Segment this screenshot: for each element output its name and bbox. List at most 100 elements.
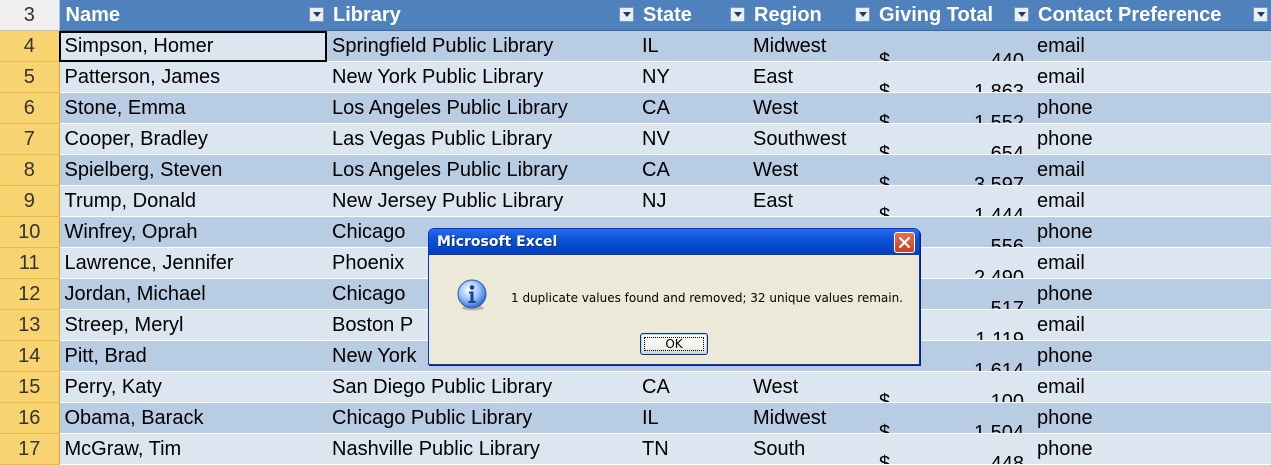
row-number[interactable]: 14 bbox=[0, 340, 60, 372]
cell-library[interactable]: Las Vegas Public Library bbox=[327, 123, 637, 155]
cell-name[interactable]: Perry, Katy bbox=[59, 371, 327, 403]
filter-dropdown-icon[interactable] bbox=[309, 7, 324, 22]
cell-state[interactable]: CA bbox=[637, 92, 748, 124]
cell-contact-preference[interactable]: phone bbox=[1032, 402, 1271, 434]
cell-library[interactable]: Springfield Public Library bbox=[327, 30, 637, 62]
cell-name[interactable]: Lawrence, Jennifer bbox=[59, 247, 327, 279]
cell-region[interactable]: West bbox=[748, 92, 873, 124]
ok-button[interactable]: OK bbox=[640, 333, 708, 355]
row-number[interactable]: 15 bbox=[0, 371, 60, 403]
column-header-name[interactable]: Name bbox=[59, 0, 327, 31]
cell-state[interactable]: CA bbox=[637, 154, 748, 186]
cell-region[interactable]: West bbox=[748, 154, 873, 186]
cell-name[interactable]: Obama, Barack bbox=[59, 402, 327, 434]
cell-library[interactable]: New Jersey Public Library bbox=[327, 185, 637, 217]
dialog-titlebar[interactable]: Microsoft Excel bbox=[429, 229, 919, 255]
cell-giving-total[interactable]: $654 bbox=[873, 123, 1032, 155]
row-number[interactable]: 6 bbox=[0, 92, 60, 124]
cell-library[interactable]: Nashville Public Library bbox=[327, 433, 637, 465]
filter-dropdown-icon[interactable] bbox=[730, 7, 745, 22]
giving-amount: 100 bbox=[990, 391, 1024, 403]
filter-dropdown-icon[interactable] bbox=[619, 7, 634, 22]
cell-contact-preference-text: phone bbox=[1037, 128, 1093, 150]
cell-name[interactable]: Pitt, Brad bbox=[59, 340, 327, 372]
giving-amount: 3,597 bbox=[973, 174, 1024, 186]
column-header-contact-preference[interactable]: Contact Preference bbox=[1032, 0, 1271, 31]
cell-state[interactable]: NJ bbox=[637, 185, 748, 217]
row-number[interactable]: 9 bbox=[0, 185, 60, 217]
row-number[interactable]: 4 bbox=[0, 30, 60, 62]
cell-library[interactable]: New York Public Library bbox=[327, 61, 637, 93]
filter-dropdown-icon[interactable] bbox=[1253, 7, 1268, 22]
cell-giving-total[interactable]: $440 bbox=[873, 30, 1032, 62]
cell-giving-total[interactable]: $1,444 bbox=[873, 185, 1032, 217]
cell-state[interactable]: NY bbox=[637, 61, 748, 93]
cell-name[interactable]: Simpson, Homer bbox=[59, 30, 327, 62]
cell-name[interactable]: Trump, Donald bbox=[59, 185, 327, 217]
row-number[interactable]: 3 bbox=[0, 0, 60, 31]
cell-name[interactable]: Jordan, Michael bbox=[59, 278, 327, 310]
cell-name[interactable]: Streep, Meryl bbox=[59, 309, 327, 341]
row-number[interactable]: 8 bbox=[0, 154, 60, 186]
row-number[interactable]: 11 bbox=[0, 247, 60, 279]
cell-region[interactable]: East bbox=[748, 61, 873, 93]
cell-state[interactable]: TN bbox=[637, 433, 748, 465]
cell-library[interactable]: Los Angeles Public Library bbox=[327, 92, 637, 124]
row-number[interactable]: 16 bbox=[0, 402, 60, 434]
cell-giving-total[interactable]: $100 bbox=[873, 371, 1032, 403]
cell-library[interactable]: Los Angeles Public Library bbox=[327, 154, 637, 186]
cell-contact-preference[interactable]: email bbox=[1032, 154, 1271, 186]
cell-giving-total[interactable]: $1,863 bbox=[873, 61, 1032, 93]
cell-region[interactable]: West bbox=[748, 371, 873, 403]
currency-symbol: $ bbox=[879, 50, 891, 62]
filter-dropdown-icon[interactable] bbox=[1014, 7, 1029, 22]
cell-name[interactable]: Cooper, Bradley bbox=[59, 123, 327, 155]
cell-contact-preference[interactable]: phone bbox=[1032, 433, 1271, 465]
column-header-region[interactable]: Region bbox=[748, 0, 873, 31]
close-button[interactable] bbox=[894, 232, 915, 253]
cell-contact-preference[interactable]: email bbox=[1032, 247, 1271, 279]
row-number[interactable]: 17 bbox=[0, 433, 60, 465]
cell-region[interactable]: Midwest bbox=[748, 30, 873, 62]
cell-library[interactable]: San Diego Public Library bbox=[327, 371, 637, 403]
cell-name[interactable]: Stone, Emma bbox=[59, 92, 327, 124]
cell-state[interactable]: IL bbox=[637, 402, 748, 434]
row-number[interactable]: 5 bbox=[0, 61, 60, 93]
column-header-giving-total[interactable]: Giving Total bbox=[873, 0, 1032, 31]
row-number[interactable]: 12 bbox=[0, 278, 60, 310]
cell-contact-preference[interactable]: phone bbox=[1032, 123, 1271, 155]
column-header-state[interactable]: State bbox=[637, 0, 748, 31]
cell-name[interactable]: Spielberg, Steven bbox=[59, 154, 327, 186]
cell-contact-preference[interactable]: email bbox=[1032, 371, 1271, 403]
cell-contact-preference[interactable]: phone bbox=[1032, 92, 1271, 124]
cell-contact-preference[interactable]: phone bbox=[1032, 340, 1271, 372]
cell-contact-preference[interactable]: email bbox=[1032, 61, 1271, 93]
cell-contact-preference[interactable]: phone bbox=[1032, 216, 1271, 248]
cell-giving-total[interactable]: $448 bbox=[873, 433, 1032, 465]
filter-dropdown-icon[interactable] bbox=[855, 7, 870, 22]
cell-library[interactable]: Chicago Public Library bbox=[327, 402, 637, 434]
cell-giving-total[interactable]: $1,552 bbox=[873, 92, 1032, 124]
cell-name[interactable]: Patterson, James bbox=[59, 61, 327, 93]
cell-contact-preference[interactable]: phone bbox=[1032, 278, 1271, 310]
row-number[interactable]: 13 bbox=[0, 309, 60, 341]
cell-name[interactable]: Winfrey, Oprah bbox=[59, 216, 327, 248]
cell-region[interactable]: East bbox=[748, 185, 873, 217]
cell-state[interactable]: CA bbox=[637, 371, 748, 403]
cell-contact-preference[interactable]: email bbox=[1032, 309, 1271, 341]
cell-region[interactable]: South bbox=[748, 433, 873, 465]
cell-region[interactable]: Midwest bbox=[748, 402, 873, 434]
cell-state[interactable]: NV bbox=[637, 123, 748, 155]
column-header-library[interactable]: Library bbox=[327, 0, 637, 31]
cell-library-text: Los Angeles Public Library bbox=[332, 159, 568, 181]
cell-giving-total[interactable]: $1,504 bbox=[873, 402, 1032, 434]
cell-giving-total[interactable]: $3,597 bbox=[873, 154, 1032, 186]
cell-state[interactable]: IL bbox=[637, 30, 748, 62]
table-row: 8 Spielberg, Steven Los Angeles Public Lib… bbox=[0, 154, 1271, 186]
cell-contact-preference[interactable]: email bbox=[1032, 185, 1271, 217]
cell-name[interactable]: McGraw, Tim bbox=[59, 433, 327, 465]
row-number[interactable]: 10 bbox=[0, 216, 60, 248]
cell-region[interactable]: Southwest bbox=[748, 123, 873, 155]
row-number[interactable]: 7 bbox=[0, 123, 60, 155]
cell-contact-preference[interactable]: email bbox=[1032, 30, 1271, 62]
